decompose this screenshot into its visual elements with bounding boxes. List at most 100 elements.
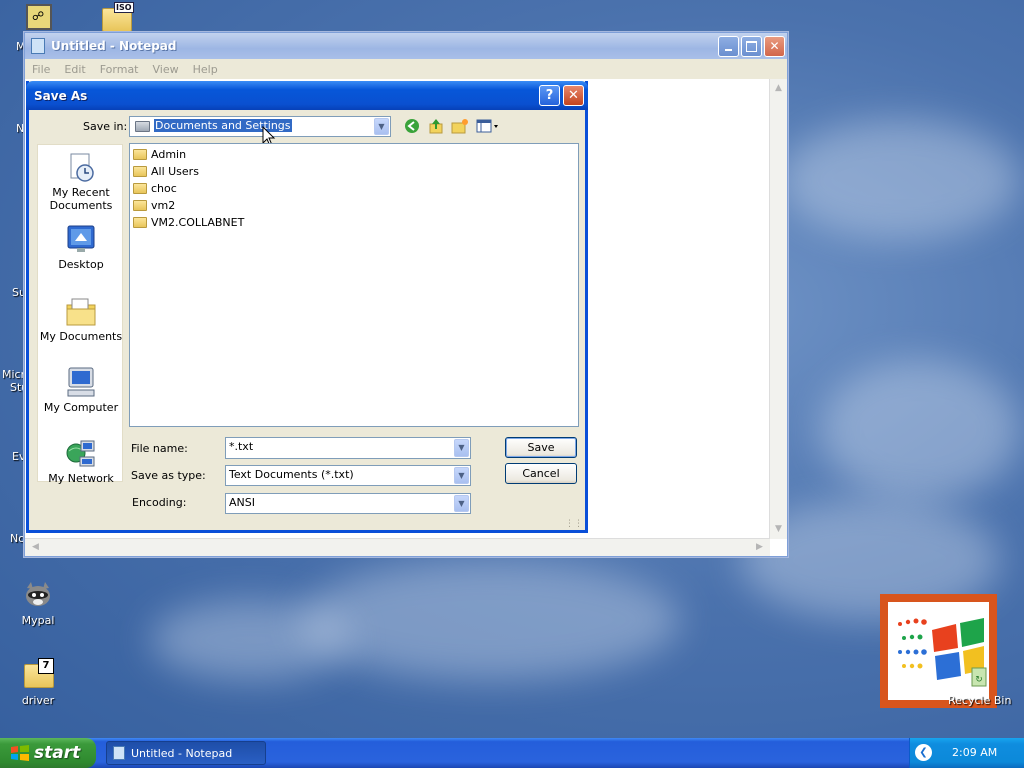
maximize-icon	[746, 40, 757, 52]
close-icon: ✕	[769, 39, 780, 53]
recycle-bin-icon: ↻	[971, 667, 987, 687]
list-item[interactable]: Admin	[133, 146, 186, 162]
encoding-dropdown[interactable]: ANSI ▼	[225, 493, 471, 514]
menu-view[interactable]: View	[146, 63, 186, 76]
folder-icon	[133, 199, 147, 211]
show-hidden-icons-icon[interactable]: ❮	[915, 744, 932, 761]
chevron-down-icon[interactable]: ▼	[454, 495, 469, 512]
cancel-button[interactable]: Cancel	[505, 463, 577, 484]
desktop-icon-iso[interactable]: ISO	[102, 2, 134, 32]
save-as-type-dropdown[interactable]: Text Documents (*.txt) ▼	[225, 465, 471, 486]
seven-zip-badge: 7	[38, 658, 54, 674]
taskbar-item-label: Untitled - Notepad	[131, 746, 233, 760]
menu-help[interactable]: Help	[186, 63, 225, 76]
place-my-network[interactable]: My Network	[38, 437, 124, 485]
help-icon: ?	[545, 88, 554, 103]
minimize-icon	[725, 49, 732, 51]
svg-text:↻: ↻	[975, 675, 983, 685]
save-button[interactable]: Save	[505, 437, 577, 458]
close-button[interactable]: ✕	[764, 35, 785, 57]
my-computer-icon	[65, 366, 97, 398]
vertical-scrollbar[interactable]: ▲ ▼	[769, 79, 787, 539]
scroll-down-icon[interactable]: ▼	[771, 522, 786, 537]
list-item[interactable]: vm2	[133, 197, 175, 213]
desktop-icon-label: Recycle Bin	[948, 694, 1012, 707]
place-label: Desktop	[58, 258, 104, 271]
save-as-type-value: Text Documents (*.txt)	[229, 468, 354, 481]
network-icon: ☍	[32, 9, 45, 23]
scroll-left-icon[interactable]: ◀	[28, 540, 43, 555]
place-my-computer[interactable]: My Computer	[38, 366, 124, 414]
notepad-menubar: File Edit Format View Help	[25, 59, 787, 79]
save-in-label: Save in:	[83, 120, 128, 133]
list-item-label: All Users	[151, 164, 199, 178]
menu-format[interactable]: Format	[93, 63, 146, 76]
chevron-down-icon[interactable]: ▼	[374, 118, 389, 135]
folder-icon	[133, 165, 147, 177]
list-item-label: VM2.COLLABNET	[151, 215, 245, 229]
save-as-titlebar[interactable]: Save As ? ✕	[26, 81, 588, 110]
place-label: My Network	[48, 472, 114, 485]
menu-edit[interactable]: Edit	[57, 63, 92, 76]
resize-grip-icon[interactable]: ⋮⋮	[565, 520, 583, 529]
horizontal-scrollbar[interactable]: ◀ ▶	[25, 538, 770, 556]
clock[interactable]: 2:09 AM	[952, 746, 997, 759]
list-item[interactable]: All Users	[133, 163, 199, 179]
system-tray: ❮ 2:09 AM	[909, 738, 1024, 768]
windows-logo-frame: ↻	[880, 594, 997, 708]
windows-flag-icon	[11, 745, 29, 761]
list-item-label: choc	[151, 181, 177, 195]
notepad-title: Untitled - Notepad	[51, 39, 177, 53]
desktop-icon-top-left[interactable]: ☍	[26, 4, 52, 30]
list-item-label: vm2	[151, 198, 176, 212]
up-folder-icon[interactable]	[427, 118, 445, 136]
scroll-right-icon[interactable]: ▶	[752, 540, 767, 555]
scroll-up-icon[interactable]: ▲	[771, 81, 786, 96]
minimize-button[interactable]	[718, 35, 739, 57]
file-name-field[interactable]: *.txt ▼	[225, 437, 471, 459]
taskbar-item-notepad[interactable]: Untitled - Notepad	[106, 741, 266, 765]
save-as-type-label: Save as type:	[131, 469, 206, 482]
file-list[interactable]: Admin All Users choc vm2 VM2.COLLABNET	[129, 143, 579, 427]
desktop-icon-driver[interactable]: 7 driver	[6, 658, 70, 707]
save-as-title: Save As	[34, 88, 88, 103]
file-name-label: File name:	[131, 442, 188, 455]
place-my-documents[interactable]: My Documents	[38, 295, 124, 343]
view-menu-icon[interactable]	[476, 118, 500, 136]
desktop-edge-label: No	[10, 532, 25, 545]
menu-file[interactable]: File	[25, 63, 57, 76]
places-bar: My Recent Documents Desktop My Documents…	[37, 144, 124, 485]
place-desktop[interactable]: Desktop	[38, 223, 124, 271]
dialog-close-button[interactable]: ✕	[563, 85, 584, 106]
my-documents-icon	[65, 295, 97, 327]
iso-badge: ISO	[114, 2, 134, 13]
list-item[interactable]: choc	[133, 180, 177, 196]
desktop-icon-label: driver	[21, 694, 55, 707]
desktop-icon-mypal[interactable]: Mypal	[6, 578, 70, 627]
chevron-down-icon[interactable]: ▼	[454, 439, 469, 457]
raccoon-icon	[22, 578, 54, 610]
help-button[interactable]: ?	[539, 85, 560, 106]
back-icon[interactable]	[403, 118, 421, 136]
encoding-value: ANSI	[229, 496, 255, 509]
desktop-icon-recycle-bin[interactable]: ↻ Recycle Bin	[880, 594, 1011, 710]
maximize-button[interactable]	[741, 35, 762, 57]
list-item-label: Admin	[151, 147, 187, 161]
notepad-titlebar[interactable]: Untitled - Notepad ✕	[25, 33, 787, 59]
list-item[interactable]: VM2.COLLABNET	[133, 214, 244, 230]
my-network-icon	[65, 437, 97, 469]
start-label: start	[34, 743, 81, 763]
start-button[interactable]: start	[0, 738, 96, 768]
zip-folder-icon: 7	[22, 658, 54, 690]
chevron-down-icon[interactable]: ▼	[454, 467, 469, 484]
desktop-icon-label: Mypal	[21, 614, 55, 627]
place-label: My Recent Documents	[49, 186, 113, 212]
place-my-recent-documents[interactable]: My Recent Documents	[38, 151, 124, 212]
place-label: My Documents	[39, 330, 123, 343]
new-folder-icon[interactable]	[451, 118, 469, 136]
close-icon: ✕	[568, 88, 579, 103]
file-name-value: *.txt	[229, 440, 254, 453]
place-label: My Computer	[43, 401, 119, 414]
save-in-dropdown[interactable]: Documents and Settings ▼	[129, 116, 391, 137]
windows-flag-icon: ↻	[898, 618, 987, 687]
